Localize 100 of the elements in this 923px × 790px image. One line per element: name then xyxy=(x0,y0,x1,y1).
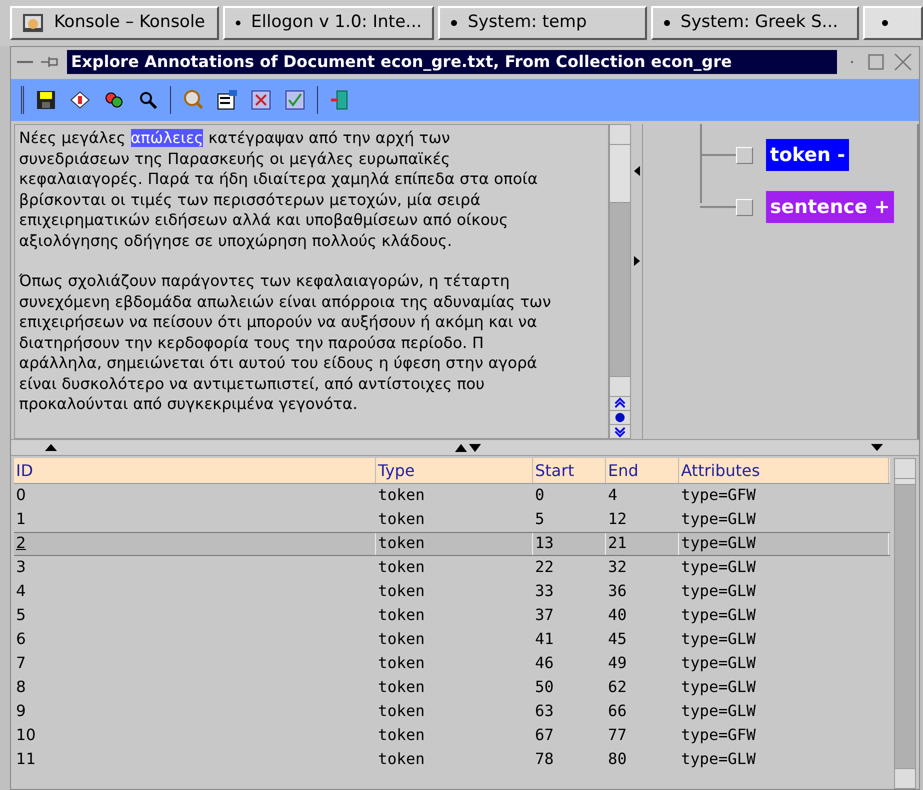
annotation-type-label[interactable]: token - xyxy=(766,139,850,171)
table-row[interactable]: 2 token 13 21 type=GLW xyxy=(14,532,890,556)
table-cell-text: token xyxy=(377,605,426,626)
dot-icon xyxy=(234,19,242,27)
checkbox[interactable] xyxy=(736,198,753,216)
table-cell: 13 xyxy=(533,533,606,555)
collapse-left-icon[interactable] xyxy=(634,166,640,176)
column-header[interactable]: ID xyxy=(14,458,376,483)
table-cell-text: type=GLW xyxy=(680,605,757,626)
zoom-icon[interactable] xyxy=(181,88,205,112)
table-row[interactable]: 10 token 67 77 type=GFW xyxy=(14,724,890,748)
taskbar-button[interactable]: System: temp xyxy=(438,6,647,40)
scroll-thumb[interactable] xyxy=(610,145,630,203)
table-cell-text: 49 xyxy=(607,653,628,674)
document-paragraph: Όπως σχολιάζουν παράγοντες των κεφαλαιαγορών, η τέταρτη συνεχόμενη εβδομάδα απωλειών είναι απόρροια της αδυναμίας των επιχειρήσεων να πείσουν ότι μπορούν να αυξήσουν ή ακόμη και να διατηρήσουν την κερδοφορία τους την παρούσα περίοδο. Π αράλληλα, σημειώνεται ότι αυτού του είδους η ύφεση στην αγορά είναι δυσκολότερο να αντιμετωπιστεί, από αντίστοιχες που προκαλούνται από συγκεκριμένα γεγονότα. xyxy=(19,271,552,414)
close-icon[interactable] xyxy=(893,52,913,72)
table-cell-text: 11 xyxy=(15,749,37,770)
pin-icon[interactable] xyxy=(41,56,59,68)
table-cell-text: type=GLW xyxy=(680,581,757,602)
table-cell-text: 0 xyxy=(534,485,546,506)
table-cell-text: 37 xyxy=(534,605,555,626)
table-cell-text: 77 xyxy=(607,725,628,746)
table-cell-text: token xyxy=(377,509,426,530)
collapse-down-icon[interactable] xyxy=(871,444,883,451)
table-cell-text: 63 xyxy=(534,701,555,722)
table-cell-text: 46 xyxy=(534,653,555,674)
table-cell-text: 7 xyxy=(15,653,27,674)
column-header[interactable]: Start xyxy=(533,458,606,483)
expand-right-icon[interactable] xyxy=(634,256,640,266)
table-cell-text: type=GLW xyxy=(680,653,757,674)
table-cell-text: 3 xyxy=(15,557,27,578)
remove-icon[interactable] xyxy=(249,88,273,112)
table-row[interactable]: 6 token 41 45 type=GLW xyxy=(14,628,890,652)
table-row[interactable]: 11 token 78 80 type=GLW xyxy=(14,748,890,772)
table-row[interactable]: 1 token 5 12 type=GLW xyxy=(14,508,890,532)
table-cell-text: 10 xyxy=(15,725,37,746)
table-row[interactable]: 0 token 0 4 type=GFW xyxy=(14,484,890,508)
table-row[interactable]: 7 token 46 49 type=GLW xyxy=(14,652,890,676)
column-header[interactable]: Type xyxy=(376,458,533,483)
table-cell-text: 5 xyxy=(534,509,546,530)
table-cell-text: 80 xyxy=(607,749,628,770)
dot-icon xyxy=(662,19,671,27)
save-icon[interactable] xyxy=(34,88,58,112)
table-cell-text: type=GLW xyxy=(680,557,757,578)
dot-icon xyxy=(450,19,458,27)
table-cell-text: 50 xyxy=(534,677,555,698)
table-cell-text: 6 xyxy=(15,629,27,650)
table-cell-text: 22 xyxy=(534,557,555,578)
table-cell-text: token xyxy=(377,725,426,746)
table-cell-text: 4 xyxy=(15,581,27,602)
table-row[interactable]: 5 token 37 40 type=GLW xyxy=(14,604,890,628)
table-cell-text: 33 xyxy=(534,581,555,602)
table-cell-text: 0 xyxy=(15,485,27,506)
collapse-up-icon[interactable] xyxy=(45,444,57,451)
window-title: Explore Annotations of Document econ_gre.txt, From Collection econ_gre xyxy=(67,50,837,74)
check-icon[interactable] xyxy=(283,88,307,112)
dot-icon xyxy=(881,19,890,27)
table-cell-text: 78 xyxy=(534,749,555,770)
table-cell-text: 32 xyxy=(607,557,628,578)
table-cell-text: type=GFW xyxy=(680,485,757,506)
table-cell: type=GLW xyxy=(679,533,889,555)
table-row[interactable]: 9 token 63 66 type=GLW xyxy=(14,700,890,724)
checkbox[interactable] xyxy=(736,146,753,164)
terminal-icon xyxy=(22,13,44,33)
column-header[interactable]: Attributes xyxy=(679,458,889,483)
scroll-up-icon[interactable] xyxy=(610,396,630,410)
table-cell-text: 66 xyxy=(607,701,628,722)
scroll-thumb[interactable] xyxy=(895,479,915,485)
document-paragraph: Νέες μεγάλες απώλειες κατέγραψαν από την αρχή των συνεδριάσεων της Παρασκευής οι μεγάλες ευρωπαϊκές κεφαλαιαγορές. Παρά τα ήδη ιδιαίτερα χαμηλά επίπεδα στα οποία βρίσκονται οι τιμές των περισσότερων μετοχών, μία σειρά επιχειρηματικών ειδήσεων αλλά και υποβαθμίσεων από οίκους αξιολόγησης οδήγησε σε υποχώρηση πολλούς κλάδους. xyxy=(19,128,539,251)
table-row[interactable]: 4 token 33 36 type=GLW xyxy=(14,580,890,604)
taskbar-button[interactable] xyxy=(863,6,923,40)
table-cell: 21 xyxy=(606,533,679,555)
table-row[interactable]: 3 token 22 32 type=GLW xyxy=(14,556,890,580)
table-cell-text: token xyxy=(377,485,426,506)
scrollbar[interactable] xyxy=(609,124,631,439)
taskbar-button[interactable]: Ellogon v 1.0: Inte... xyxy=(222,6,434,40)
table-cell-text: 9 xyxy=(15,701,27,722)
table-cell-text: token xyxy=(377,701,426,722)
table-cell: 2 xyxy=(14,533,376,555)
table-cell-text: 40 xyxy=(607,605,628,626)
table-cell: token xyxy=(376,533,533,555)
table-cell-text: token xyxy=(377,653,426,674)
table-cell-text: type=GLW xyxy=(680,629,757,650)
column-header[interactable]: End xyxy=(606,458,679,483)
table-cell-text: 41 xyxy=(534,629,555,650)
taskbar-button[interactable]: Konsole – Konsole xyxy=(10,6,219,40)
table-cell-text: 45 xyxy=(607,629,628,650)
table-cell-text: type=GLW xyxy=(680,749,757,770)
taskbar-button[interactable]: System: Greek S... xyxy=(650,6,860,40)
table-cell-text: type=GLW xyxy=(680,677,757,698)
split-handle-icon[interactable] xyxy=(455,444,481,452)
table-row[interactable]: 8 token 50 62 type=GLW xyxy=(14,676,890,700)
table-cell-text: token xyxy=(377,557,426,578)
table-cell-text: 36 xyxy=(607,581,628,602)
maximize-icon[interactable] xyxy=(867,53,885,71)
table-cell-text: type=GLW xyxy=(680,701,757,722)
annotation-type-label[interactable]: sentence + xyxy=(766,191,894,223)
scroll-down-icon[interactable] xyxy=(610,424,630,438)
scrollbar[interactable] xyxy=(894,458,916,789)
table-cell-text: 67 xyxy=(534,725,555,746)
